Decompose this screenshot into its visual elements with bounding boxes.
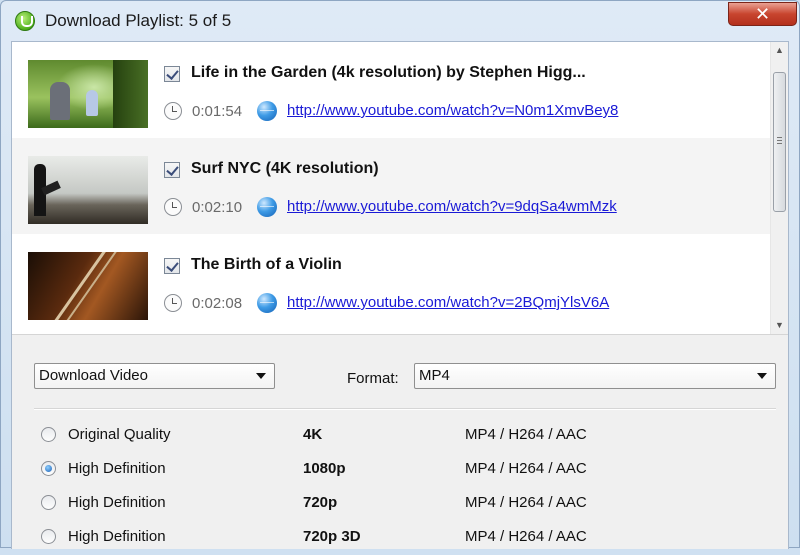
window-title: Download Playlist: 5 of 5 [45, 11, 232, 30]
quality-option[interactable]: High Definition 1080p MP4 / H264 / AAC [12, 453, 788, 487]
quality-radio[interactable] [41, 427, 56, 442]
quality-option[interactable]: Original Quality 4K MP4 / H264 / AAC [12, 419, 788, 453]
chevron-down-icon [757, 373, 767, 379]
format-label: Format: [347, 370, 399, 387]
scrollbar-thumb[interactable] [773, 72, 786, 212]
format-dropdown[interactable]: MP4 [414, 363, 776, 389]
video-checkbox[interactable] [164, 258, 180, 274]
quality-label: High Definition [68, 460, 166, 477]
playlist-list: Life in the Garden (4k resolution) by St… [12, 42, 788, 335]
quality-format: MP4 / H264 / AAC [465, 460, 587, 477]
scroll-down-arrow-icon[interactable]: ▼ [771, 317, 788, 334]
quality-resolution: 4K [303, 426, 323, 443]
playlist-item[interactable]: Life in the Garden (4k resolution) by St… [12, 42, 770, 138]
video-url-link[interactable]: http://www.youtube.com/watch?v=9dqSa4wmM… [287, 198, 617, 215]
video-duration: 0:02:10 [192, 199, 243, 216]
quality-label: High Definition [68, 494, 166, 511]
quality-format: MP4 / H264 / AAC [465, 494, 587, 511]
quality-radio[interactable] [41, 495, 56, 510]
playlist-scrollbar[interactable]: ▲ ▼ [770, 42, 788, 334]
video-duration: 0:01:54 [192, 103, 243, 120]
globe-icon [257, 101, 277, 121]
video-thumbnail [28, 252, 148, 320]
quality-label: Original Quality [68, 426, 171, 443]
section-divider [34, 408, 776, 410]
video-url-link[interactable]: http://www.youtube.com/watch?v=2BQmjYlsV… [287, 294, 609, 311]
close-button[interactable]: ✕ [728, 2, 797, 26]
scroll-up-arrow-icon[interactable]: ▲ [771, 42, 788, 59]
quality-format: MP4 / H264 / AAC [465, 426, 587, 443]
dialog-client-area: Life in the Garden (4k resolution) by St… [11, 41, 789, 549]
chevron-down-icon [256, 373, 266, 379]
quality-option[interactable]: High Definition 720p MP4 / H264 / AAC [12, 487, 788, 521]
globe-icon [257, 293, 277, 313]
video-checkbox[interactable] [164, 66, 180, 82]
app-icon [15, 11, 35, 31]
quality-format: MP4 / H264 / AAC [465, 528, 587, 545]
grip-icon [777, 137, 782, 138]
quality-radio[interactable] [41, 529, 56, 544]
video-title: Life in the Garden (4k resolution) by St… [191, 64, 586, 81]
action-dropdown-value: Download Video [39, 367, 148, 384]
video-url-link[interactable]: http://www.youtube.com/watch?v=N0m1XmvBe… [287, 102, 618, 119]
action-dropdown[interactable]: Download Video [34, 363, 275, 389]
quality-resolution: 720p [303, 494, 338, 511]
playlist-item[interactable]: Surf NYC (4K resolution) 0:02:10 http://… [12, 138, 770, 234]
title-bar: Download Playlist: 5 of 5 ✕ [1, 1, 799, 41]
globe-icon [257, 197, 277, 217]
clock-icon [164, 102, 182, 120]
video-thumbnail [28, 156, 148, 224]
video-title: The Birth of a Violin [191, 256, 342, 273]
quality-option[interactable]: High Definition 720p 3D MP4 / H264 / AAC [12, 521, 788, 555]
video-thumbnail [28, 60, 148, 128]
format-dropdown-value: MP4 [419, 367, 450, 384]
video-checkbox[interactable] [164, 162, 180, 178]
download-playlist-window: Download Playlist: 5 of 5 ✕ Life in the … [0, 0, 800, 549]
video-title: Surf NYC (4K resolution) [191, 160, 379, 177]
quality-resolution: 1080p [303, 460, 346, 477]
clock-icon [164, 198, 182, 216]
quality-label: High Definition [68, 528, 166, 545]
playlist-item[interactable]: The Birth of a Violin 0:02:08 http://www… [12, 234, 770, 330]
clock-icon [164, 294, 182, 312]
quality-resolution: 720p 3D [303, 528, 361, 545]
quality-radio[interactable] [41, 461, 56, 476]
video-duration: 0:02:08 [192, 295, 243, 312]
